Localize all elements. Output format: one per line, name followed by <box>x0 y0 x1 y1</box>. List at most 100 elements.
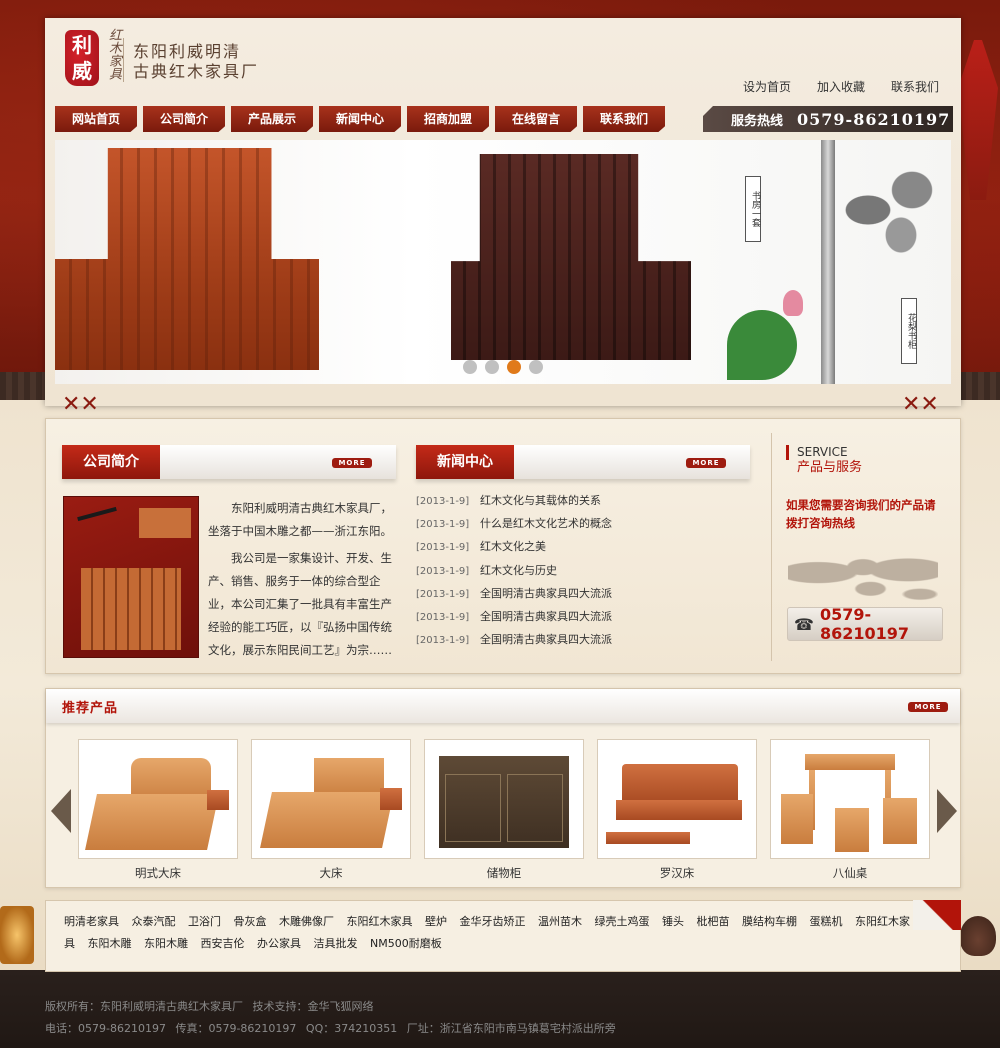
daybed-back <box>622 764 738 804</box>
service-phone-box: ☎ 0579-86210197 <box>787 605 943 643</box>
news-date: [2013-1-9] <box>416 635 470 647</box>
carousel-prev-arrow-icon[interactable] <box>51 789 71 833</box>
daybed-footstool <box>606 832 690 844</box>
news-link[interactable]: 全国明清古典家具四大流派 <box>480 587 612 600</box>
friend-link[interactable]: 东阳红木家具 <box>347 915 413 928</box>
product-card[interactable]: 大床 <box>251 739 411 881</box>
slide-dot-3-active[interactable] <box>507 360 521 374</box>
product-card[interactable]: 明式大床 <box>78 739 238 881</box>
nav-products[interactable]: 产品展示 <box>231 106 313 132</box>
product-name[interactable]: 大床 <box>251 865 411 881</box>
lotus-flower <box>783 290 803 316</box>
product-image[interactable] <box>251 739 411 859</box>
footer-copyright: 版权所有：东阳利威明清古典红木家具厂 <box>45 1000 243 1013</box>
news-link[interactable]: 全国明清古典家具四大流派 <box>480 610 612 623</box>
add-favorite-link[interactable]: 加入收藏 <box>817 78 865 95</box>
products-more-button[interactable]: MORE <box>908 702 948 712</box>
friend-link[interactable]: 壁炉 <box>425 915 447 928</box>
nav-news[interactable]: 新闻中心 <box>319 106 401 132</box>
set-homepage-link[interactable]: 设为首页 <box>743 78 791 95</box>
friend-link[interactable]: 枇杷苗 <box>697 915 730 928</box>
friend-links: 明清老家具 众泰汽配 卫浴门 骨灰盒 木雕佛像厂 东阳红木家具 壁炉 金华牙齿矫… <box>64 911 924 955</box>
friend-link[interactable]: 东阳木雕 <box>88 937 132 950</box>
news-date: [2013-1-9] <box>416 588 470 600</box>
cabinet-door-right <box>507 774 563 842</box>
friend-link[interactable]: 明清老家具 <box>64 915 119 928</box>
footer-qq: QQ：374210351 <box>305 1022 398 1035</box>
nav-home[interactable]: 网站首页 <box>55 106 137 132</box>
friend-link[interactable]: 西安吉伦 <box>201 937 245 950</box>
logo-script: 红木家具 <box>106 28 121 80</box>
friend-link[interactable]: 蛋糕机 <box>810 915 843 928</box>
service-title-cn: 产品与服务 <box>797 460 863 475</box>
slide-dot-4[interactable] <box>529 360 543 374</box>
product-image[interactable] <box>78 739 238 859</box>
nav-about[interactable]: 公司简介 <box>143 106 225 132</box>
daybed-icon <box>602 744 752 854</box>
news-more-button[interactable]: MORE <box>686 458 726 468</box>
product-card[interactable]: 八仙桌 <box>770 739 930 881</box>
banner-furniture-red-desk <box>55 148 319 370</box>
friend-link[interactable]: 卫浴门 <box>188 915 221 928</box>
friend-link[interactable]: 办公家具 <box>257 937 301 950</box>
bed-frame <box>85 794 219 850</box>
product-name[interactable]: 储物柜 <box>424 865 584 881</box>
content-divider <box>771 433 772 661</box>
news-list: [2013-1-9] 红木文化与其载体的关系 [2013-1-9] 什么是红木文化艺… <box>416 489 756 651</box>
friend-link[interactable]: 金华牙齿矫正 <box>460 915 526 928</box>
slide-dot-2[interactable] <box>485 360 499 374</box>
friend-link[interactable]: 膜结构车棚 <box>742 915 797 928</box>
product-name[interactable]: 八仙桌 <box>770 865 930 881</box>
service-title-en: SERVICE <box>786 445 956 460</box>
product-name[interactable]: 明式大床 <box>78 865 238 881</box>
logo-divider <box>123 38 124 82</box>
stool <box>835 808 869 852</box>
news-link[interactable]: 什么是红木文化艺术的概念 <box>480 517 612 530</box>
hotline-number: 0579-86210197 <box>797 109 951 129</box>
about-more-button[interactable]: MORE <box>332 458 372 468</box>
product-card[interactable]: 储物柜 <box>424 739 584 881</box>
footer-support[interactable]: 技术支持：金华飞狐网络 <box>253 1000 374 1013</box>
nav-franchise[interactable]: 招商加盟 <box>407 106 489 132</box>
news-link[interactable]: 红木文化与其载体的关系 <box>480 494 601 507</box>
friend-link[interactable]: 东阳木雕 <box>144 937 188 950</box>
carousel-next-arrow-icon[interactable] <box>937 789 957 833</box>
friend-link[interactable]: 木雕佛像厂 <box>279 915 334 928</box>
brand-name-line2: 古典红木家具厂 <box>133 62 260 81</box>
news-item: [2013-1-9] 红木文化之美 <box>416 535 756 558</box>
friend-link[interactable]: 洁具批发 <box>314 937 358 950</box>
friend-link[interactable]: 绿壳土鸡蛋 <box>595 915 650 928</box>
slide-dots <box>463 360 543 374</box>
product-card[interactable]: 罗汉床 <box>597 739 757 881</box>
footer-line-1: 版权所有：东阳利威明清古典红木家具厂 技术支持：金华飞狐网络 <box>45 996 955 1018</box>
about-image[interactable] <box>63 496 199 658</box>
friend-link[interactable]: 众泰汽配 <box>132 915 176 928</box>
banner-slideshow[interactable]: 书房一套 花梨书柜 <box>55 140 951 384</box>
friend-link[interactable]: 温州苗木 <box>538 915 582 928</box>
slide-dot-1[interactable] <box>463 360 477 374</box>
news-link[interactable]: 红木文化与历史 <box>480 564 557 577</box>
product-name[interactable]: 罗汉床 <box>597 865 757 881</box>
nav-contact[interactable]: 联系我们 <box>583 106 665 132</box>
news-link[interactable]: 全国明清古典家具四大流派 <box>480 633 612 646</box>
news-item: [2013-1-9] 红木文化与其载体的关系 <box>416 489 756 512</box>
news-item: [2013-1-9] 全国明清古典家具四大流派 <box>416 582 756 605</box>
bed-icon <box>83 744 233 854</box>
contact-link[interactable]: 联系我们 <box>891 78 939 95</box>
product-image[interactable] <box>770 739 930 859</box>
news-link[interactable]: 红木文化之美 <box>480 540 546 553</box>
content-panel: 公司简介 MORE 东阳利威明清古典红木家具厂，坐落于中国木雕之都——浙江东阳。… <box>45 418 961 674</box>
top-links: 设为首页 加入收藏 联系我们 <box>743 78 939 95</box>
product-image[interactable] <box>424 739 584 859</box>
friend-link[interactable]: 锤头 <box>662 915 684 928</box>
nav-message[interactable]: 在线留言 <box>495 106 577 132</box>
friend-link[interactable]: 骨灰盒 <box>234 915 267 928</box>
products-header: 推荐产品 MORE <box>46 689 960 723</box>
logo-seal[interactable]: 利威 <box>65 30 99 86</box>
banner-tag-study-set: 书房一套 <box>745 176 761 242</box>
bamboo-leaves <box>835 160 945 260</box>
friend-link[interactable]: NM500耐磨板 <box>370 937 442 950</box>
product-image[interactable] <box>597 739 757 859</box>
about-header: 公司简介 MORE <box>62 445 396 479</box>
service-consult-text: 如果您需要咨询我们的产品请拨打咨询热线 <box>786 498 936 530</box>
